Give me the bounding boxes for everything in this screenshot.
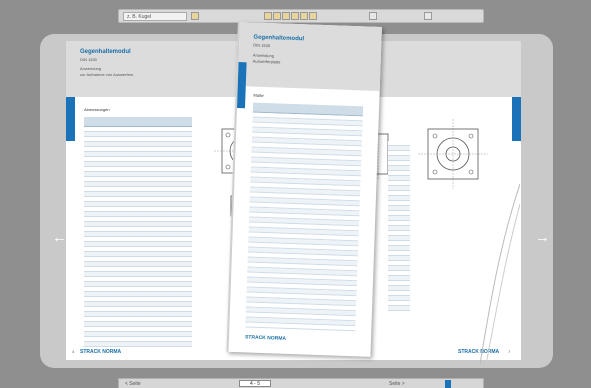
flipping-page-tab [236,62,247,109]
right-page-table-column [388,141,410,311]
next-page-button[interactable]: Seite > [389,380,405,388]
close-icon[interactable] [424,12,432,20]
page-curl [480,184,520,364]
left-page-desc1: Anwendung [80,66,102,71]
print-icon[interactable] [264,12,272,20]
left-page-subtitle: DIN 1530 [80,57,97,62]
left-page-footer-logo: STRACK NORMA [80,349,122,355]
prev-page-button[interactable]: < Seite [125,380,141,388]
flipping-page-title: Gegenhaltemodul [253,34,305,43]
search-go-icon[interactable] [191,12,199,20]
flipping-page-subtitle: DIN 1530 [253,42,271,49]
bookmark-icon[interactable] [291,12,299,20]
thumbnails-icon[interactable] [300,12,308,20]
table-row [388,306,410,311]
zoom-icon[interactable] [369,12,377,20]
next-page-arrow-icon[interactable]: → [535,229,550,247]
flipping-page-desc1: Anwendung [252,52,275,59]
blue-bookmark-icon[interactable] [445,380,451,388]
toc-icon[interactable] [309,12,317,20]
top-toolbar: z. B. Kugel [118,9,484,23]
left-page-title: Gegenhaltemodul [80,49,131,55]
flipping-page-table [245,102,364,332]
left-page-number: 4 [72,349,75,354]
right-technical-drawing [418,119,488,189]
left-page-tab [66,97,75,141]
bottom-toolbar: < Seite 4 - 5 Seite > [118,378,484,388]
email-icon[interactable] [282,12,290,20]
table-row [84,342,192,347]
prev-page-arrow-icon[interactable]: ← [52,229,67,247]
left-page-section: Abmessungen [84,107,110,112]
left-page-table [84,117,192,347]
flipping-page-desc2: Auswerferplatte [252,58,281,65]
flipping-page-header: Gegenhaltemodul DIN 1530 Anwendung Auswe… [237,22,382,91]
left-page-desc2: zur Aufnahme von Auswerfern [80,72,134,77]
save-icon[interactable] [273,12,281,20]
table-header [84,117,192,127]
page-number-field[interactable]: 4 - 5 [239,380,271,387]
search-input[interactable]: z. B. Kugel [123,12,187,21]
right-page-tab [512,97,521,141]
flipping-page[interactable]: Gegenhaltemodul DIN 1530 Anwendung Auswe… [226,22,382,357]
flipping-page-section: Maße [253,92,264,98]
flipping-page-footer-logo: STRACK NORMA [244,334,287,342]
